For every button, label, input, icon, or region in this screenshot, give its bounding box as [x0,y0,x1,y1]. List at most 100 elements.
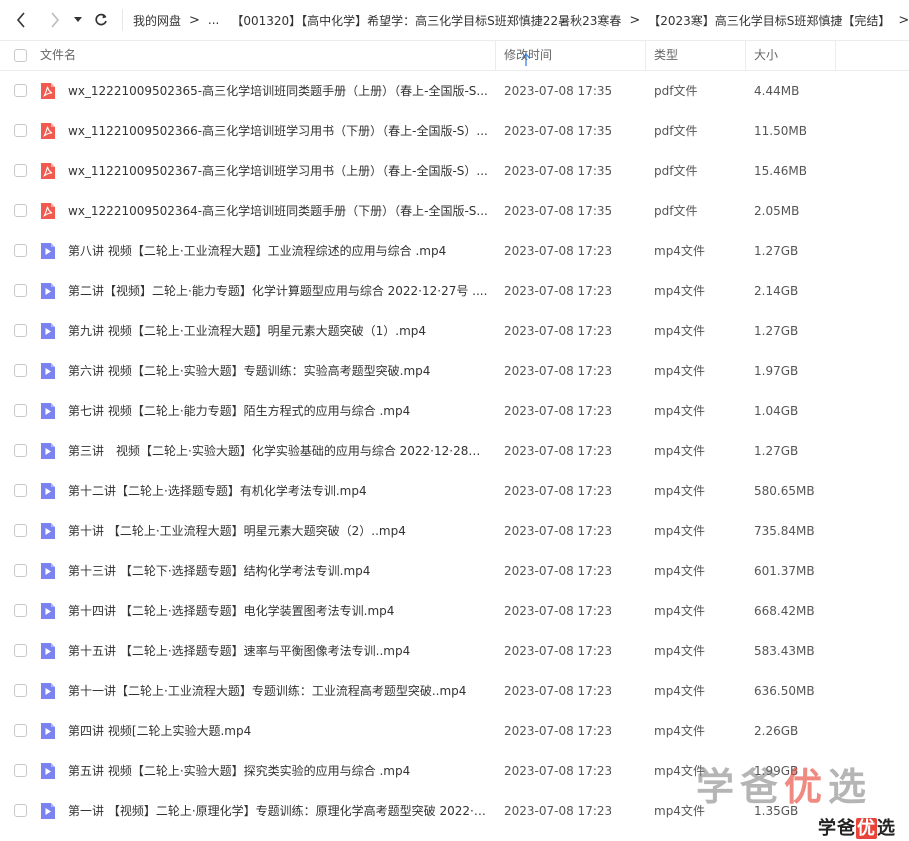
file-name[interactable]: 第一讲 【视频】二轮上·原理化学】专题训练：原理化学高考题型突破 2022·1.… [68,791,488,831]
file-type: mp4文件 [654,364,705,378]
history-dropdown-icon[interactable] [72,0,84,40]
file-row[interactable]: 第七讲 视频【二轮上·能力专题】陌生方程式的应用与综合 .mp4 2023-07-… [0,391,909,431]
back-arrow-icon[interactable] [10,0,32,40]
file-name[interactable]: 第六讲 视频【二轮上·实验大题】专题训练：实验高考题型突破.mp4 [68,351,488,391]
row-checkbox[interactable] [14,444,27,457]
row-checkbox[interactable] [14,804,27,817]
file-size: 735.84MB [754,524,815,538]
breadcrumb-item-root[interactable]: 我的网盘 [133,12,181,29]
column-header-mtime[interactable]: 修改时间 [496,41,646,70]
file-type: pdf文件 [654,204,698,218]
file-row[interactable]: 第十一讲【二轮上·工业流程大题】专题训练：工业流程高考题型突破..mp4 2023… [0,671,909,711]
file-name[interactable]: 第四讲 视频[二轮上实验大题.mp4 [68,711,488,751]
file-name[interactable]: 第十三讲 【二轮下·选择题专题】结构化学考法专训.mp4 [68,551,488,591]
row-checkbox[interactable] [14,764,27,777]
row-checkbox[interactable] [14,724,27,737]
file-type: mp4文件 [654,644,705,658]
video-file-icon [39,402,57,420]
file-name[interactable]: wx_11221009502366-高三化学培训班学习用书（下册）（春上-全国版… [68,111,488,151]
file-name[interactable]: 第十二讲【二轮上·选择题专题】有机化学考法专训.mp4 [68,471,488,511]
file-modified-time: 2023-07-08 17:23 [504,684,613,698]
file-modified-time: 2023-07-08 17:23 [504,364,613,378]
file-type: mp4文件 [654,404,705,418]
file-row[interactable]: 第十四讲 【二轮上·选择题专题】电化学装置图考法专训.mp4 2023-07-08… [0,591,909,631]
file-row[interactable]: wx_11221009502366-高三化学培训班学习用书（下册）（春上-全国版… [0,111,909,151]
file-row[interactable]: 第八讲 视频【二轮上·工业流程大题】工业流程综述的应用与综合 .mp4 2023-… [0,231,909,271]
row-checkbox[interactable] [14,484,27,497]
file-name[interactable]: 第三讲 视频【二轮上·实验大题】化学实验基础的应用与综合 2022·12·28号… [68,431,488,471]
video-file-icon [39,602,57,620]
video-file-icon [39,522,57,540]
row-checkbox[interactable] [14,84,27,97]
file-row[interactable]: 第十三讲 【二轮下·选择题专题】结构化学考法专训.mp4 2023-07-08 1… [0,551,909,591]
row-checkbox[interactable] [14,404,27,417]
file-modified-time: 2023-07-08 17:23 [504,524,613,538]
video-file-icon [39,562,57,580]
file-name[interactable]: 第二讲【视频】二轮上·能力专题】化学计算题型应用与综合 2022·12·27号 … [68,271,488,311]
file-name[interactable]: wx_11221009502367-高三化学培训班学习用书（上册）（春上-全国版… [68,151,488,191]
top-navigation-bar: 我的网盘 > ... 【001320】【高中化学】希望学：高三化学目标S班郑慎捷… [0,0,909,40]
row-checkbox[interactable] [14,124,27,137]
file-name[interactable]: 第十讲 【二轮上·工业流程大题】明星元素大题突破（2）..mp4 [68,511,488,551]
file-modified-time: 2023-07-08 17:23 [504,244,613,258]
file-modified-time: 2023-07-08 17:23 [504,444,613,458]
breadcrumb-item-current[interactable]: 【2023寒】高三化学目标S班郑慎捷【完结】 [648,12,890,29]
file-size: 11.50MB [754,124,807,138]
file-row[interactable]: wx_11221009502367-高三化学培训班学习用书（上册）（春上-全国版… [0,151,909,191]
file-name[interactable]: 第五讲 视频【二轮上·实验大题】探究类实验的应用与综合 .mp4 [68,751,488,791]
file-row[interactable]: 第二讲【视频】二轮上·能力专题】化学计算题型应用与综合 2022·12·27号 … [0,271,909,311]
video-file-icon [39,802,57,820]
breadcrumb-separator: > [189,12,200,28]
row-checkbox[interactable] [14,524,27,537]
column-header-type[interactable]: 类型 [646,41,746,70]
file-row[interactable]: wx_12221009502364-高三化学培训班同类题手册（下册）（春上-全国… [0,191,909,231]
file-size: 15.46MB [754,164,807,178]
refresh-icon[interactable] [90,0,112,40]
file-name[interactable]: wx_12221009502365-高三化学培训班同类题手册（上册）（春上-全国… [68,71,488,111]
file-name[interactable]: 第八讲 视频【二轮上·工业流程大题】工业流程综述的应用与综合 .mp4 [68,231,488,271]
file-size: 1.27GB [754,444,799,458]
file-row[interactable]: 第十五讲 【二轮上·选择题专题】速率与平衡图像考法专训..mp4 2023-07-… [0,631,909,671]
video-file-icon [39,762,57,780]
pdf-file-icon [39,82,57,100]
file-name[interactable]: 第九讲 视频【二轮上·工业流程大题】明星元素大题突破（1）.mp4 [68,311,488,351]
file-type: mp4文件 [654,604,705,618]
file-row[interactable]: 第九讲 视频【二轮上·工业流程大题】明星元素大题突破（1）.mp4 2023-07… [0,311,909,351]
file-type: mp4文件 [654,324,705,338]
forward-arrow-icon[interactable] [44,0,66,40]
row-checkbox[interactable] [14,244,27,257]
file-row[interactable]: 第十讲 【二轮上·工业流程大题】明星元素大题突破（2）..mp4 2023-07-… [0,511,909,551]
column-header-size-label: 大小 [754,48,779,62]
row-checkbox[interactable] [14,364,27,377]
row-checkbox[interactable] [14,684,27,697]
breadcrumb-separator: > [629,12,641,28]
file-name[interactable]: 第十四讲 【二轮上·选择题专题】电化学装置图考法专训.mp4 [68,591,488,631]
row-checkbox[interactable] [14,204,27,217]
file-row[interactable]: 第十二讲【二轮上·选择题专题】有机化学考法专训.mp4 2023-07-08 17… [0,471,909,511]
breadcrumb-item-course[interactable]: 【001320】【高中化学】希望学：高三化学目标S班郑慎捷22暑秋23寒春 [231,12,621,29]
file-size: 2.05MB [754,204,800,218]
row-checkbox[interactable] [14,564,27,577]
file-row[interactable]: wx_12221009502365-高三化学培训班同类题手册（上册）（春上-全国… [0,71,909,111]
file-row[interactable]: 第四讲 视频[二轮上实验大题.mp4 2023-07-08 17:23 mp4文件 2… [0,711,909,751]
video-file-icon [39,642,57,660]
file-modified-time: 2023-07-08 17:23 [504,724,613,738]
file-type: mp4文件 [654,564,705,578]
row-checkbox[interactable] [14,644,27,657]
row-checkbox[interactable] [14,164,27,177]
file-type: mp4文件 [654,244,705,258]
row-checkbox[interactable] [14,604,27,617]
file-name[interactable]: 第十五讲 【二轮上·选择题专题】速率与平衡图像考法专训..mp4 [68,631,488,671]
file-name[interactable]: 第七讲 视频【二轮上·能力专题】陌生方程式的应用与综合 .mp4 [68,391,488,431]
file-name[interactable]: 第十一讲【二轮上·工业流程大题】专题训练：工业流程高考题型突破..mp4 [68,671,488,711]
file-modified-time: 2023-07-08 17:35 [504,204,613,218]
column-header-size[interactable]: 大小 [746,41,836,70]
column-header-name[interactable]: 文件名 [40,41,531,70]
file-name[interactable]: wx_12221009502364-高三化学培训班同类题手册（下册）（春上-全国… [68,191,488,231]
file-row[interactable]: 第六讲 视频【二轮上·实验大题】专题训练：实验高考题型突破.mp4 2023-07… [0,351,909,391]
row-checkbox[interactable] [14,324,27,337]
select-all-checkbox[interactable] [14,49,27,62]
file-row[interactable]: 第三讲 视频【二轮上·实验大题】化学实验基础的应用与综合 2022·12·28号… [0,431,909,471]
row-checkbox[interactable] [14,284,27,297]
breadcrumb-item-ellipsis[interactable]: ... [208,13,219,27]
